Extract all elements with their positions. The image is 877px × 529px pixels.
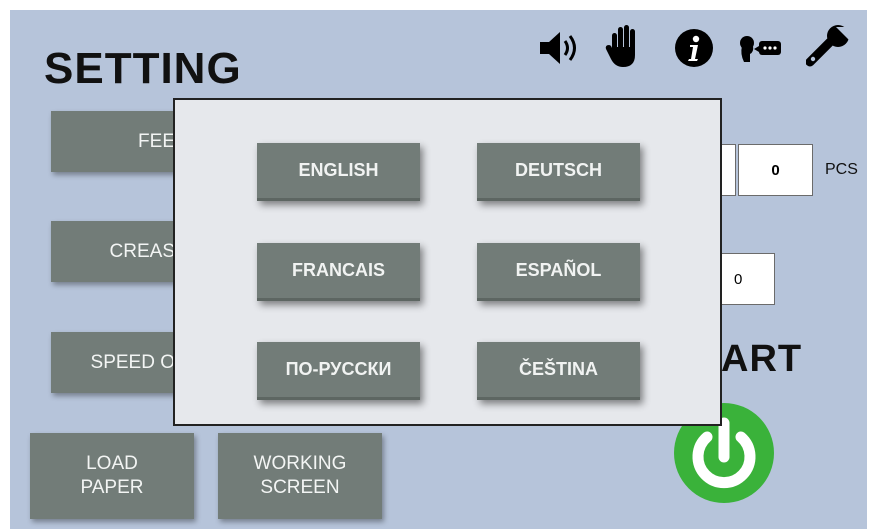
language-cestina-button[interactable]: ČEŠTINA (477, 342, 640, 400)
speed-button-label: SPEED O (90, 351, 175, 373)
counter-unit: PCS (825, 161, 858, 178)
language-francais-label: FRANCAIS (292, 260, 385, 280)
setting-screen: SETTING FEE CREAS SPEED O LOAD PAPER WOR… (10, 10, 867, 529)
language-russian-label: ПО-РУССКИ (285, 359, 392, 379)
language-francais-button[interactable]: FRANCAIS (257, 243, 420, 301)
feed-button-label: FEE (138, 130, 175, 152)
language-deutsch-button[interactable]: DEUTSCH (477, 143, 640, 201)
language-cestina-label: ČEŠTINA (518, 359, 598, 379)
language-espanol-label: ESPAÑOL (515, 260, 602, 280)
speech-icon[interactable] (738, 32, 784, 66)
crease-button-label: CREAS (109, 240, 175, 262)
speaker-icon[interactable] (538, 28, 584, 68)
hand-stop-icon[interactable] (604, 23, 644, 69)
load-paper-button[interactable]: LOAD PAPER (30, 433, 194, 519)
working-screen-button[interactable]: WORKING SCREEN (218, 433, 382, 519)
counter-value: 0 (771, 161, 780, 179)
language-russian-button[interactable]: ПО-РУССКИ (257, 342, 420, 400)
second-counter-value: 0 (734, 270, 743, 288)
working-screen-label: WORKING SCREEN (253, 453, 347, 498)
language-english-label: ENGLISH (298, 160, 379, 180)
wrench-icon[interactable] (806, 24, 852, 70)
language-dialog: ENGLISH DEUTSCH FRANCAIS ESPAÑOL ПО-РУСС… (173, 98, 722, 426)
page-title: SETTING (44, 44, 242, 93)
load-paper-label: LOAD PAPER (80, 453, 144, 498)
start-label: ART (721, 338, 803, 380)
language-espanol-button[interactable]: ESPAÑOL (477, 243, 640, 301)
info-icon[interactable] (674, 28, 714, 68)
language-english-button[interactable]: ENGLISH (257, 143, 420, 201)
language-deutsch-label: DEUTSCH (514, 160, 602, 180)
counter-field[interactable]: 0 (738, 144, 813, 196)
